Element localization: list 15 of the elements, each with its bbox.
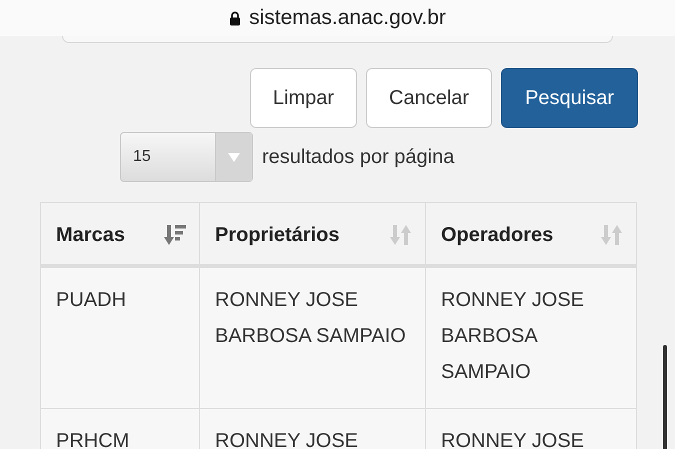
column-header[interactable]: Operadores bbox=[426, 202, 636, 266]
dropdown-arrow-icon bbox=[228, 152, 240, 162]
action-button[interactable]: Cancelar bbox=[366, 68, 492, 128]
table-cell: RONNEY JOSE BARBOSA SAMPAIO bbox=[426, 266, 636, 408]
page-size-select[interactable]: 15 bbox=[120, 132, 253, 182]
column-header[interactable]: Marcas bbox=[40, 202, 200, 266]
scrollbar[interactable] bbox=[663, 345, 667, 449]
url-text[interactable]: sistemas.anac.gov.br bbox=[249, 6, 446, 30]
column-header[interactable]: Proprietários bbox=[200, 202, 426, 266]
table-cell: PRHCM bbox=[40, 408, 200, 449]
search-button[interactable]: Pesquisar bbox=[501, 68, 638, 128]
table-cell: RONNEY JOSE BARBOSA SAMPAIO bbox=[200, 266, 426, 408]
table-cell: PUADH bbox=[40, 266, 200, 408]
action-button[interactable]: Limpar bbox=[250, 68, 358, 128]
page-size-label: resultados por página bbox=[262, 146, 454, 168]
